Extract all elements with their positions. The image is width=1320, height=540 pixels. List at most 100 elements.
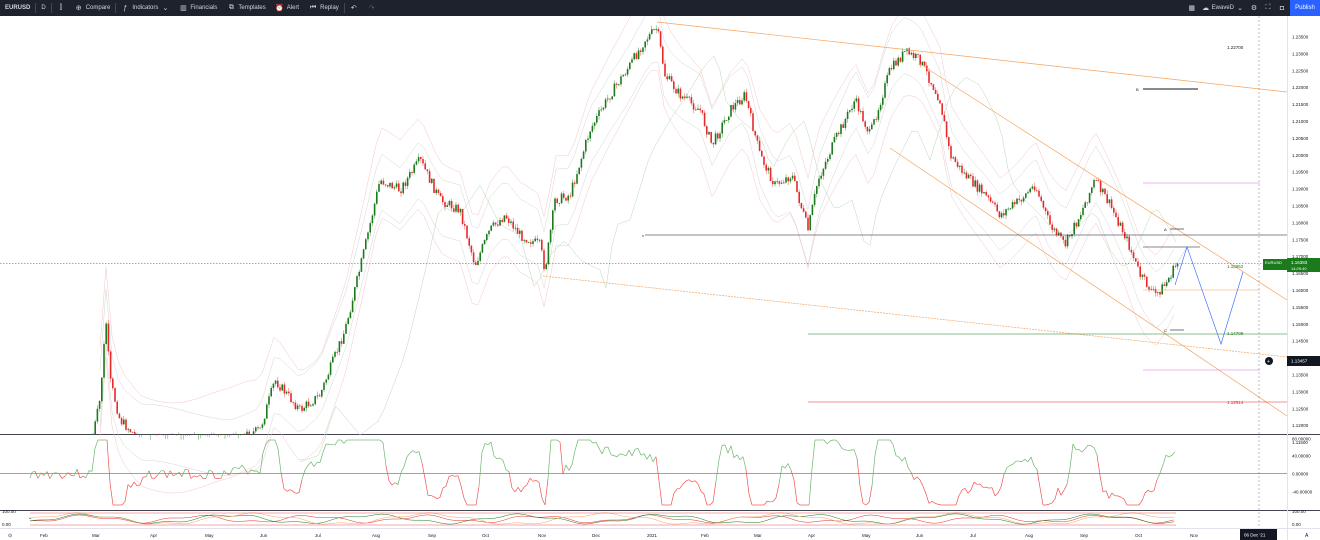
oscillator-segment [565,464,570,471]
price-tick-label: 1.15500 [1292,305,1309,310]
candle-body [618,84,620,86]
replay-button[interactable]: ⏮ Replay [304,0,344,16]
camera-icon[interactable]: ◘ [1278,4,1286,12]
candle-body [131,431,134,433]
candle-body [756,135,759,141]
candle-body [1029,188,1031,193]
main-pane[interactable] [0,16,1287,434]
compare-button[interactable]: ⊕ Compare [70,0,116,16]
candle-body [673,81,675,90]
oscillator-segment [1078,449,1083,453]
candle-body [849,110,851,112]
oscillator-segment [721,444,726,446]
price-axis[interactable]: 1.23500 1.23000 1.22500 1.22000 1.21500 1.210… [1292,35,1309,446]
candle-body [912,52,915,58]
candle-body [835,132,838,137]
oscillator-segment [487,441,492,446]
candle-body [411,172,413,173]
candle-body [268,396,270,405]
oscillator-tick-label: -40.00000 [1292,490,1313,495]
oscillator-segment [904,457,909,468]
oscillator-segment [187,469,192,479]
templates-button[interactable]: ⧉ Templates [222,0,270,16]
auto-scale-icon[interactable]: A [1305,533,1309,539]
oscillator-axis[interactable]: 80.00000 40.00000 0.00000 -40.00000 [1292,437,1313,495]
oscillator-segment [91,448,96,472]
oscillator-segment [283,488,288,492]
candle-body [1031,186,1034,189]
oscillator-segment [334,439,339,446]
candle-body [829,154,831,159]
candle-body [609,98,611,100]
candle-body [681,96,684,99]
candle-body [1060,232,1062,237]
publish-button[interactable]: Publish [1290,0,1320,16]
candle-body [587,138,589,141]
candle-body [1018,198,1020,200]
interval-button[interactable]: D [36,0,50,16]
oscillator-segment [208,469,213,472]
oscillator-segment [304,465,309,471]
candle-body [646,39,649,42]
candle-body [1146,276,1148,287]
replay-icon: ⏮ [309,4,317,11]
alert-button[interactable]: ⏰ Alert [271,0,304,16]
indicators-button[interactable]: ƒ Indicators ⌄ [116,0,174,16]
oscillator-segment [259,452,264,474]
lower-indicator-axis[interactable]: 100.00 0.00 100.00 0.00 [2,509,1306,527]
oscillator-segment [784,463,789,469]
oscillator-segment [421,462,426,479]
oscillator-segment [913,476,918,480]
candle-body [787,177,789,182]
time-tick-label: Jul [315,533,321,538]
oscillator-segment [574,439,579,451]
oscillator-segment [853,449,858,459]
oscillator-segment [715,459,720,482]
fullscreen-icon[interactable]: ⛶ [1264,4,1272,12]
candle-body [277,380,279,388]
candle-body [272,383,275,388]
oscillator-segment [970,481,975,490]
layout-name-button[interactable]: ☁ EwaveD ⌄ [1202,4,1244,12]
settings-gear-icon[interactable]: ⚙ [1250,4,1258,12]
undo-icon: ↶ [350,5,357,12]
redo-button[interactable]: ↷ [363,0,381,16]
financials-button[interactable]: ▥ Financials [174,0,222,16]
symbol-search[interactable]: EURUSD [0,0,35,16]
candle-body [477,260,479,265]
oscillator-segment [205,470,210,479]
chart-type-button[interactable]: ⫿ [52,0,70,16]
candle-body [769,167,772,182]
candle-body [525,239,528,243]
oscillator-segment [856,457,861,487]
candle-body [807,217,809,231]
candle-body [98,401,101,409]
oscillator-segment [262,443,267,453]
candle-body [486,234,488,241]
undo-button[interactable]: ↶ [345,0,363,16]
candle-body [501,220,503,222]
candle-body [1159,291,1161,295]
pane-collapse-icon[interactable]: ⌄ [28,515,32,521]
candle-body [910,52,913,55]
candle-body [701,110,704,113]
candle-body [985,192,987,196]
candle-body [290,393,292,403]
candle-body [615,83,618,85]
candle-body [899,57,902,62]
candle-body [851,108,853,111]
lower-indicator-line [29,514,1175,524]
timezone-icon[interactable]: ⊙ [8,533,12,539]
oscillator-segment [295,492,300,494]
candle-body [1135,258,1137,262]
time-axis[interactable]: Feb Mar Apr May Jun Jul Aug Sep Oct Nov Dec 2021 Feb… [40,533,1199,538]
candle-body [336,351,338,353]
publish-label: Publish [1295,5,1315,11]
candle-body [644,41,646,48]
chart-canvas[interactable]: x B A C 1.22700 1.15952 1.14708 1.12514 … [0,16,1320,540]
candle-body [426,169,429,172]
oscillator-segment [127,484,132,488]
oscillator-segment [73,469,78,477]
time-tick-label: Mar [92,533,100,538]
layout-grid-icon[interactable]: ▦ [1188,4,1196,12]
